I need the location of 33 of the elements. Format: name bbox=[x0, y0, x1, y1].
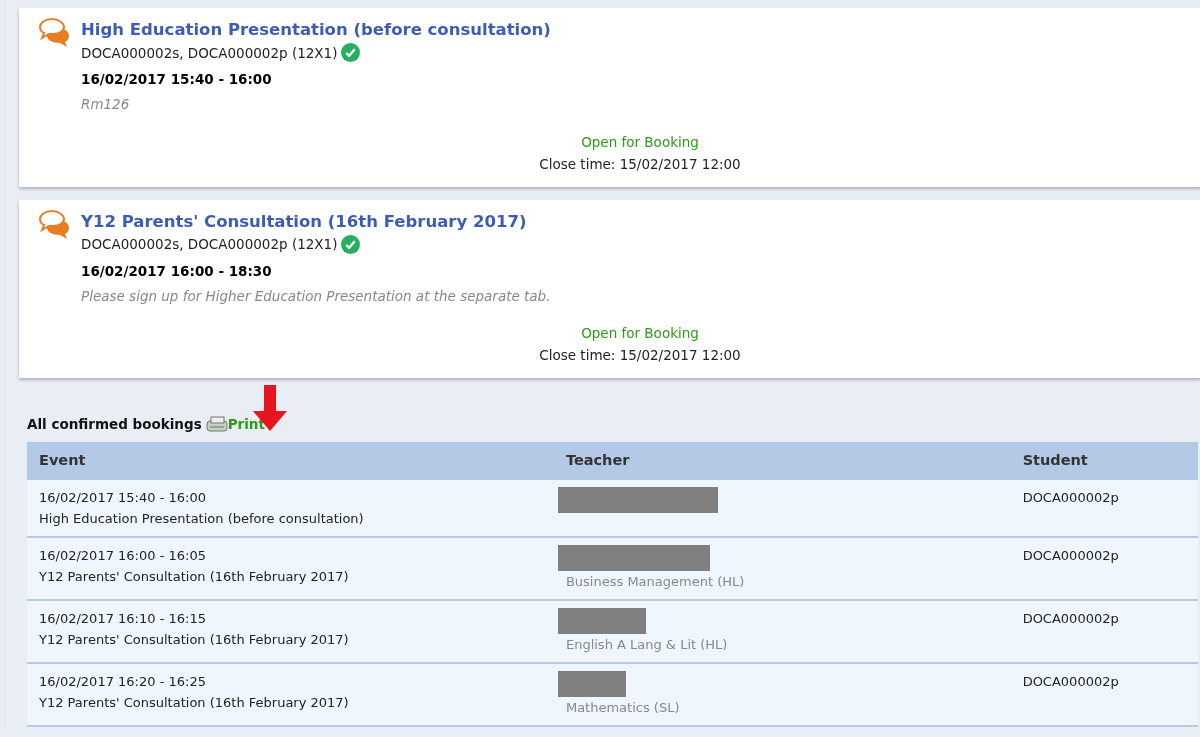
print-link[interactable]: Print bbox=[205, 414, 265, 435]
event-title-link[interactable]: High Education Presentation (before consultation) bbox=[81, 20, 551, 39]
booking-time: 16/02/2017 16:00 - 16:05 bbox=[39, 547, 207, 565]
student-cell: DOCA000002p bbox=[1010, 480, 1198, 537]
student-cell: DOCA000002p bbox=[1010, 663, 1198, 726]
column-header: Teacher bbox=[553, 442, 1011, 480]
event-time: 16/02/2017 15:40 - 16:00 bbox=[81, 70, 273, 89]
section-heading: All confirmed bookings bbox=[27, 415, 202, 434]
student-cell: DOCA000002p bbox=[1010, 600, 1198, 663]
student-list: DOCA000002s, DOCA000002p (12X1) bbox=[81, 234, 338, 255]
booking-time: 16/02/2017 15:40 - 16:00 bbox=[39, 489, 207, 507]
student-list: DOCA000002s, DOCA000002p (12X1) bbox=[81, 42, 338, 63]
booking-time: 16/02/2017 16:20 - 16:25 bbox=[39, 673, 207, 691]
booking-status: Open for Booking bbox=[581, 325, 699, 341]
booking-event: Y12 Parents' Consultation (16th February 2017) bbox=[39, 631, 350, 649]
booking-event: Y12 Parents' Consultation (16th February 2017) bbox=[39, 694, 350, 712]
printer-icon bbox=[205, 416, 228, 433]
event-time: 16/02/2017 16:00 - 18:30 bbox=[81, 261, 273, 281]
subject-name: Mathematics (SL) bbox=[565, 699, 680, 717]
event-note: Please sign up for Higher Education Presentation at the separate tab. bbox=[81, 286, 551, 306]
subject-name: Business Management (HL) bbox=[565, 573, 745, 591]
column-header: Student bbox=[1010, 442, 1198, 480]
column-header: Event bbox=[27, 442, 554, 480]
booking-event: Y12 Parents' Consultation (16th February 2017) bbox=[39, 568, 350, 586]
event-note: Rm126 bbox=[81, 95, 131, 115]
close-time: Close time: 15/02/2017 12:00 bbox=[539, 347, 741, 363]
subject-name: English A Lang & Lit (HL) bbox=[565, 636, 728, 654]
close-time: Close time: 15/02/2017 12:00 bbox=[539, 155, 741, 172]
event-title-link[interactable]: Y12 Parents' Consultation (16th February 2017) bbox=[81, 211, 527, 231]
student-cell: DOCA000002p bbox=[1010, 537, 1198, 600]
booking-status: Open for Booking bbox=[581, 133, 699, 150]
booking-time: 16/02/2017 16:10 - 16:15 bbox=[39, 610, 207, 628]
booking-event: High Education Presentation (before consultation) bbox=[39, 510, 365, 528]
